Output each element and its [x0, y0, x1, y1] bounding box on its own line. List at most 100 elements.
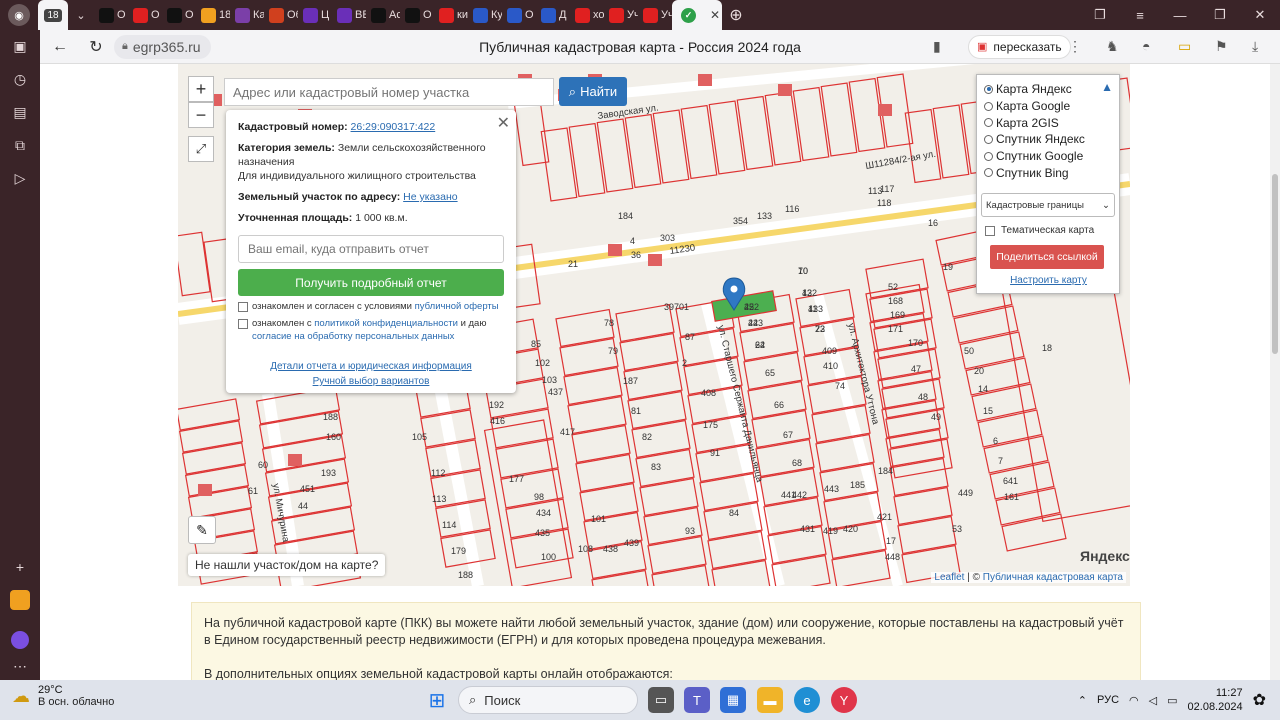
parcel-outline[interactable]	[490, 408, 554, 449]
layer-radio[interactable]	[984, 168, 993, 178]
parcel-outline[interactable]	[873, 341, 933, 381]
profile-avatar-icon[interactable]: ◉	[8, 4, 30, 26]
parcel-outline[interactable]	[989, 461, 1055, 500]
parcel-outline[interactable]	[647, 535, 707, 575]
layer-option[interactable]: Спутник Bing	[984, 164, 1119, 181]
report-details-link[interactable]: Детали отчета и юридическая информация	[270, 361, 472, 372]
tab-active-egrp[interactable]: ✓ ✕	[672, 0, 722, 30]
extension-icon[interactable]: ♞	[1106, 38, 1119, 55]
browser-tab[interactable]: О	[162, 0, 196, 30]
parcel-outline[interactable]	[591, 569, 651, 586]
cadastral-number-link[interactable]: 26:29:090317:422	[351, 121, 436, 133]
zoom-out-button[interactable]: −	[188, 102, 214, 128]
fullscreen-icon[interactable]: ⤢	[188, 136, 214, 162]
play-icon[interactable]: ▷	[0, 162, 40, 195]
reload-button[interactable]: ↻	[78, 30, 114, 64]
layer-option[interactable]: Карта Google	[984, 98, 1119, 115]
layer-select[interactable]: Кадастровые границы ⌄	[981, 193, 1115, 217]
parcel-outline[interactable]	[755, 438, 815, 478]
get-report-button[interactable]: Получить подробный отчет	[238, 269, 504, 296]
address-link[interactable]: Не указано	[403, 191, 457, 203]
pkk-link[interactable]: Публичная кадастровая карта	[983, 572, 1123, 583]
parcel-outline[interactable]	[178, 398, 241, 431]
not-found-button[interactable]: Не нашли участок/дом на карте?	[188, 554, 386, 576]
browser-tab[interactable]: Ка	[230, 0, 264, 30]
collections-icon[interactable]: ❐	[1080, 0, 1120, 30]
parcel-outline[interactable]	[869, 288, 933, 329]
thematic-map-toggle[interactable]: Тематическая карта	[985, 225, 1094, 236]
parcel-outline[interactable]	[831, 549, 891, 586]
bookmark-icon[interactable]: ▮	[933, 38, 941, 55]
parcel-outline[interactable]	[483, 419, 573, 586]
scrollbar-thumb[interactable]	[1272, 174, 1278, 354]
parcel-outline[interactable]	[571, 424, 631, 464]
new-tab-button[interactable]: ⊕	[722, 0, 750, 30]
teams-icon[interactable]: T	[684, 687, 710, 713]
retell-button[interactable]: ▣ пересказать	[968, 34, 1071, 59]
extension-icon[interactable]: ⚑	[1215, 38, 1228, 55]
tab-close-icon[interactable]: ✕	[710, 8, 720, 22]
layer-radio[interactable]	[984, 151, 993, 161]
parcel-outline[interactable]	[877, 370, 937, 410]
parcel-outline[interactable]	[711, 559, 771, 586]
layer-option[interactable]: Карта Яндекс	[984, 81, 1119, 98]
layer-radio[interactable]	[984, 84, 993, 94]
clock[interactable]: 11:27 02.08.2024	[1188, 686, 1243, 714]
mail-app-icon[interactable]	[0, 583, 40, 616]
browser-tab[interactable]: О	[502, 0, 536, 30]
browser-tab[interactable]: хо	[570, 0, 604, 30]
address-search-input[interactable]	[224, 78, 554, 106]
browser-tab[interactable]: Д	[536, 0, 570, 30]
share-link-button[interactable]: Поделиться ссылкой	[990, 245, 1104, 269]
parcel-outline[interactable]	[579, 482, 639, 522]
layer-option[interactable]: Спутник Google	[984, 148, 1119, 165]
parcel-outline[interactable]	[567, 395, 627, 435]
page-scrollbar[interactable]	[1270, 64, 1280, 680]
add-icon[interactable]: +	[0, 550, 40, 583]
battery-icon[interactable]: ▭	[1178, 38, 1191, 55]
battery-icon[interactable]: ▭	[1167, 694, 1177, 707]
url-field[interactable]: 🔒︎ egrp365.ru	[114, 34, 211, 59]
browser-tab[interactable]: Уч	[638, 0, 672, 30]
parcel-outline[interactable]	[181, 442, 247, 475]
parcel-outline[interactable]	[559, 337, 619, 377]
minimize-button[interactable]: —	[1160, 0, 1200, 30]
more-vertical-icon[interactable]: ⋮	[1068, 38, 1082, 55]
browser-tab[interactable]: Ц	[298, 0, 332, 30]
explorer-icon[interactable]: ▬	[757, 687, 783, 713]
browser-tab[interactable]: Ку	[468, 0, 502, 30]
back-button[interactable]: ←	[42, 30, 78, 64]
parcel-outline[interactable]	[751, 409, 811, 449]
wifi-icon[interactable]: ◠	[1129, 694, 1139, 707]
download-icon[interactable]: ⤓	[1252, 38, 1258, 55]
parcel-outline[interactable]	[893, 486, 953, 526]
layer-option[interactable]: Карта 2GIS	[984, 114, 1119, 131]
browser-tab[interactable]: О	[128, 0, 162, 30]
parcel-outline[interactable]	[178, 420, 244, 453]
ruler-icon[interactable]: ✎	[188, 516, 216, 544]
notification-icon[interactable]: ✿	[1253, 690, 1266, 710]
parcel-outline[interactable]	[635, 448, 695, 488]
tab-list-chevron-icon[interactable]: ⌄	[68, 0, 94, 30]
browser-tab[interactable]: ки	[434, 0, 468, 30]
browser-tab[interactable]: Ас	[366, 0, 400, 30]
cadastral-map[interactable]: 70 432 433 422 423 72 64 409 410 65 74 66 67 68 441 442…	[178, 64, 1130, 586]
edge-icon[interactable]: e	[794, 687, 820, 713]
browser-tab[interactable]: 18	[196, 0, 230, 30]
taskbar-search[interactable]: ⌕ Поиск	[458, 686, 638, 714]
chevron-up-icon[interactable]: ▲	[1101, 80, 1113, 94]
collections-icon[interactable]: ▣	[0, 30, 40, 63]
layer-radio[interactable]	[984, 118, 993, 128]
parcel-outline[interactable]	[897, 515, 957, 555]
consent-offer-checkbox[interactable]	[238, 302, 248, 312]
parcel-outline[interactable]	[619, 332, 679, 372]
search-button[interactable]: ⌕ Найти	[559, 77, 627, 106]
parcel-outline[interactable]	[1001, 513, 1067, 552]
parcel-outline[interactable]	[965, 357, 1031, 396]
manual-select-link[interactable]: Ручной выбор вариантов	[313, 376, 430, 387]
leaflet-link[interactable]: Leaflet	[934, 572, 964, 583]
language-indicator[interactable]: РУС	[1097, 694, 1119, 706]
parcel-outline[interactable]	[873, 318, 937, 359]
thematic-map-checkbox[interactable]	[985, 225, 995, 236]
offer-link[interactable]: публичной оферты	[415, 301, 499, 312]
